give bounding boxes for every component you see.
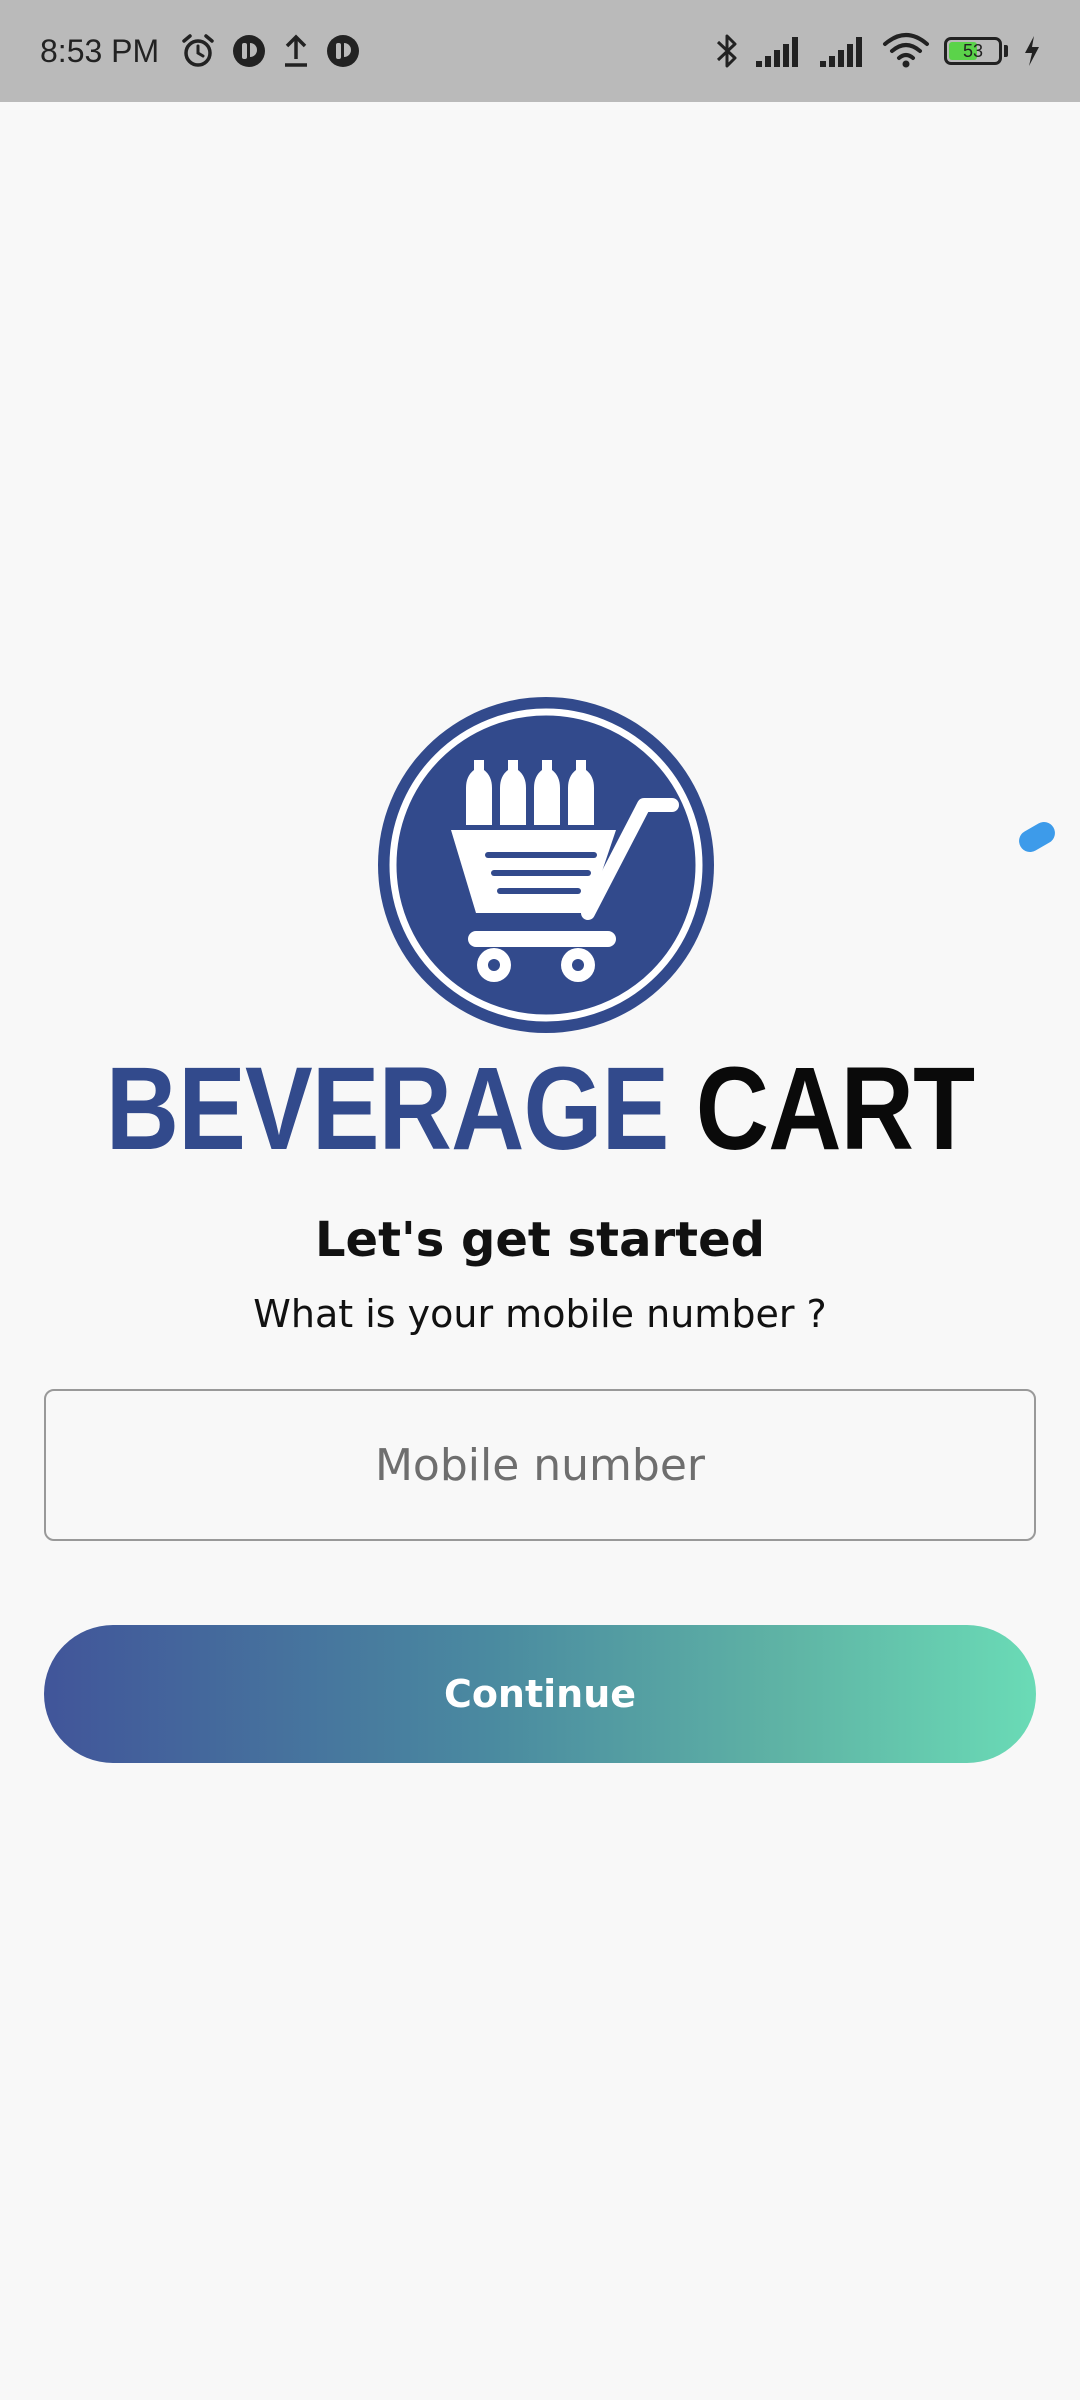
logo-wordmark: BEVERAGE CART: [76, 1050, 1005, 1168]
logo: BEVERAGE CART: [0, 0, 1080, 1200]
mobile-prompt: What is your mobile number ?: [253, 1292, 827, 1336]
battery-level: 53: [962, 40, 984, 61]
logo-word-beverage: BEVERAGE: [105, 1043, 670, 1175]
continue-button[interactable]: Continue: [44, 1625, 1036, 1763]
logo-word-cart: CART: [695, 1043, 975, 1175]
page-title: Let's get started: [314, 1212, 766, 1268]
shopping-cart-with-bottles-icon: [378, 697, 714, 1033]
mobile-number-input[interactable]: [44, 1389, 1036, 1541]
